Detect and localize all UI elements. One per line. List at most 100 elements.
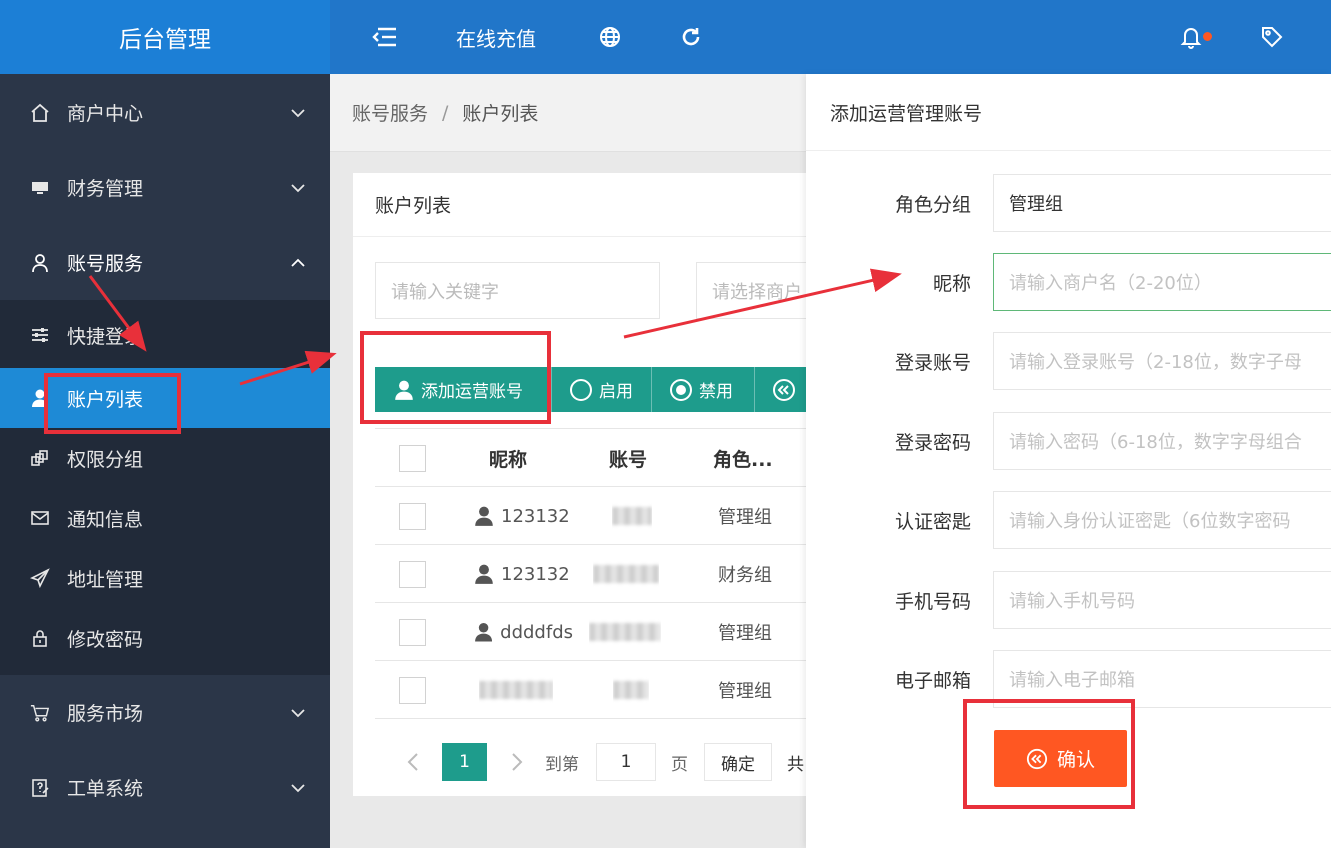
column-header-account: 账号 [609,448,648,471]
row-checkbox[interactable] [399,677,426,704]
home-icon [30,103,50,123]
refresh-icon[interactable] [680,0,702,74]
role-cell: 管理组 [718,507,772,528]
sidebar-subitem-permission-group[interactable]: 权限分组 [0,428,330,488]
sidebar-subitem-change-password[interactable]: 修改密码 [0,608,330,668]
chevron-down-icon [291,708,305,717]
auth-key-label: 认证密匙 [894,510,971,533]
table-row[interactable]: 管理组 [375,661,806,719]
tag-icon[interactable] [1260,0,1284,74]
lock-icon [30,628,50,648]
account-table: 昵称 账号 角色... 123132 管理组 123132 财务组 ddddfd… [375,428,806,719]
nickname-cell-redacted [479,661,553,719]
breadcrumb-parent[interactable]: 账号服务 [352,99,428,126]
sidebar-item-ticket-system[interactable]: 工单系统 [0,750,330,825]
table-row[interactable]: 123132 财务组 [375,545,806,603]
account-cell-redacted [612,487,652,545]
nickname-cell: 123132 [473,545,573,603]
row-checkbox[interactable] [399,561,426,588]
nickname-input[interactable]: 请输入商户名（2-20位） [993,253,1331,311]
row-checkbox[interactable] [399,619,426,646]
sidebar-subitem-label: 权限分组 [67,448,144,471]
account-list-card: 账户列表 请输入关键字 请选择商户 添加运营账号 启用 禁用 昵称 账号 角色.… [353,173,806,796]
role-select[interactable]: 管理组 [993,174,1331,232]
pagination: 1 到第 1 页 确定 共 [375,733,806,793]
notification-dot [1203,32,1212,41]
sidebar-item-label: 商户中心 [67,103,144,125]
form-row-auth-key: 认证密匙 请输入身份认证密匙（6位数字密码 [806,491,1331,549]
select-all-checkbox[interactable] [399,445,426,472]
radio-dot-icon [669,378,693,402]
user-solid-icon [475,506,493,526]
sidebar: 商户中心 财务管理 账号服务 快捷登录 账户列表 权限分组 通知信息 地址管理 … [0,74,330,848]
sidebar-subitem-quick-login[interactable]: 快捷登录 [0,305,330,365]
row-checkbox[interactable] [399,503,426,530]
column-header-role: 角色... [713,448,773,471]
nickname-cell: ddddfds [473,603,573,661]
goto-page-input[interactable]: 1 [596,743,656,781]
enable-button[interactable]: 启用 [552,367,652,412]
chevron-down-icon [291,108,305,117]
panel-title: 添加运营管理账号 [806,74,1331,151]
disable-label: 禁用 [699,382,733,402]
cart-icon [30,703,50,723]
phone-input[interactable]: 请输入手机号码 [993,571,1331,629]
enable-label: 启用 [599,382,633,402]
page-unit-label: 页 [671,754,688,775]
monitor-icon [30,178,50,198]
bell-icon[interactable] [1180,0,1202,74]
menu-fold-icon[interactable] [372,0,398,74]
highlight-box-account-list [44,373,181,434]
sidebar-item-merchant-center[interactable]: 商户中心 [0,75,330,150]
user-icon [30,253,50,273]
nickname-text: 123132 [501,505,570,527]
sidebar-subitem-label: 快捷登录 [67,325,144,348]
prev-page-icon[interactable] [401,743,425,781]
disable-button[interactable]: 禁用 [652,367,755,412]
merchant-select[interactable]: 请选择商户 [696,262,806,319]
send-icon [30,568,50,588]
breadcrumb-current: 账户列表 [462,103,539,125]
table-row[interactable]: 123132 管理组 [375,487,806,545]
login-account-input[interactable]: 请输入登录账号（2-18位，数字子母 [993,332,1331,390]
form-row-phone: 手机号码 请输入手机号码 [806,571,1331,629]
sidebar-item-service-market[interactable]: 服务市场 [0,675,330,750]
sidebar-item-label: 服务市场 [67,703,144,725]
globe-icon[interactable] [599,0,621,74]
auth-key-input[interactable]: 请输入身份认证密匙（6位数字密码 [993,491,1331,549]
form-row-role: 角色分组 管理组 [806,174,1331,232]
nickname-text: 123132 [501,563,570,585]
nickname-cell: 123132 [473,487,573,545]
more-actions-button[interactable] [755,367,806,412]
next-page-icon[interactable] [505,743,529,781]
sidebar-subitem-label: 通知信息 [67,508,144,531]
table-header-row: 昵称 账号 角色... [375,429,806,487]
role-cell: 管理组 [718,681,772,702]
password-input[interactable]: 请输入密码（6-18位，数字字母组合 [993,412,1331,470]
account-service-submenu: 快捷登录 账户列表 权限分组 通知信息 地址管理 修改密码 [0,300,330,675]
chevron-down-icon [291,783,305,792]
goto-label: 到第 [545,754,579,775]
goto-confirm-button[interactable]: 确定 [704,743,772,781]
brand-title: 后台管理 [0,0,330,74]
login-label: 登录账号 [894,351,971,374]
current-page-button[interactable]: 1 [442,743,487,781]
chevron-down-icon [291,183,305,192]
recharge-link[interactable]: 在线充值 [456,0,536,74]
layers-icon [30,448,50,468]
breadcrumb-separator: / [442,101,449,124]
sidebar-subitem-notifications[interactable]: 通知信息 [0,488,330,548]
form-row-login: 登录账号 请输入登录账号（2-18位，数字子母 [806,332,1331,390]
sidebar-item-account-service[interactable]: 账号服务 [0,225,330,300]
keyword-search-input[interactable]: 请输入关键字 [375,262,660,319]
total-label: 共 [787,754,804,775]
highlight-box-add-button [360,331,551,424]
double-chevron-left-icon [772,378,796,402]
sidebar-subitem-address[interactable]: 地址管理 [0,548,330,608]
chevron-up-icon [291,258,305,267]
sidebar-item-finance[interactable]: 财务管理 [0,150,330,225]
sliders-icon [30,325,50,345]
sidebar-item-label: 账号服务 [67,253,144,275]
ticket-icon [30,778,50,798]
table-row[interactable]: ddddfds 管理组 [375,603,806,661]
